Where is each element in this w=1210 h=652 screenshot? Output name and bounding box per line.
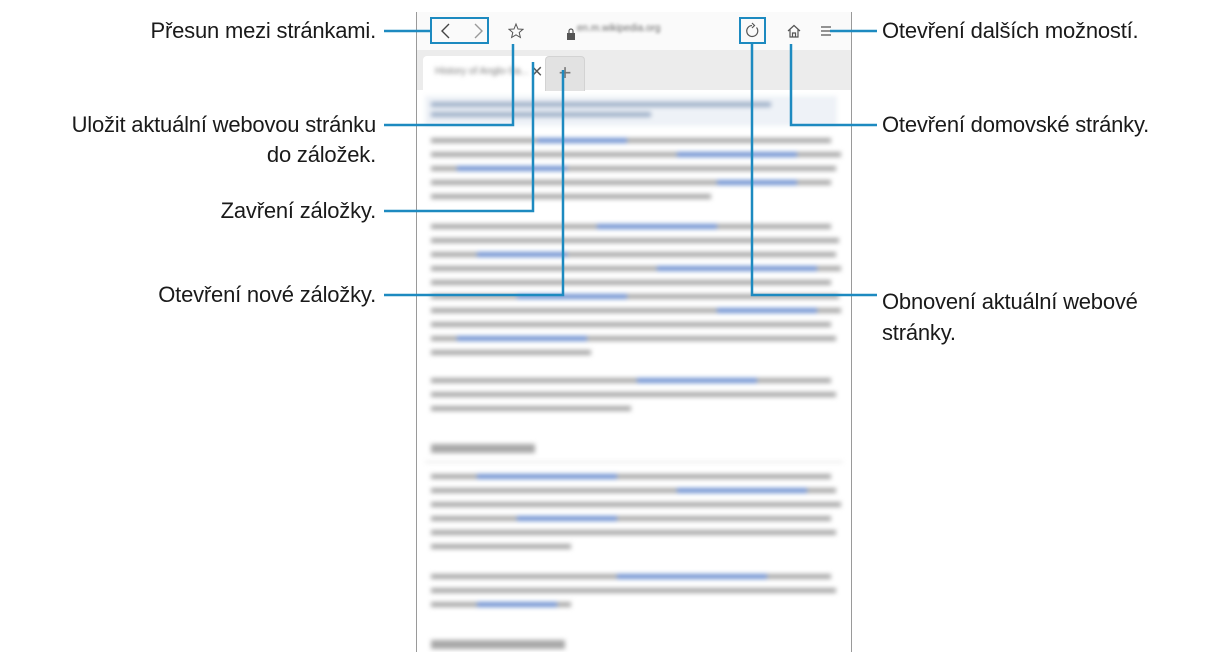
navigation-label: Přesun mezi stránkami. xyxy=(150,18,377,43)
bookmark-label-line2: do záložek. xyxy=(266,142,376,167)
more-options-label: Otevření dalších možností. xyxy=(882,18,1139,43)
home-label: Otevření domovské stránky. xyxy=(882,112,1150,137)
bookmark-label-line1: Uložit aktuální webovou stránku xyxy=(71,112,377,137)
refresh-label-line2: stránky. xyxy=(882,320,956,345)
new-tab-label: Otevření nové záložky. xyxy=(158,282,376,307)
callout-lines xyxy=(384,29,877,297)
close-tab-label: Zavření záložky. xyxy=(220,198,377,223)
refresh-label-line1: Obnovení aktuální webové xyxy=(882,289,1138,314)
